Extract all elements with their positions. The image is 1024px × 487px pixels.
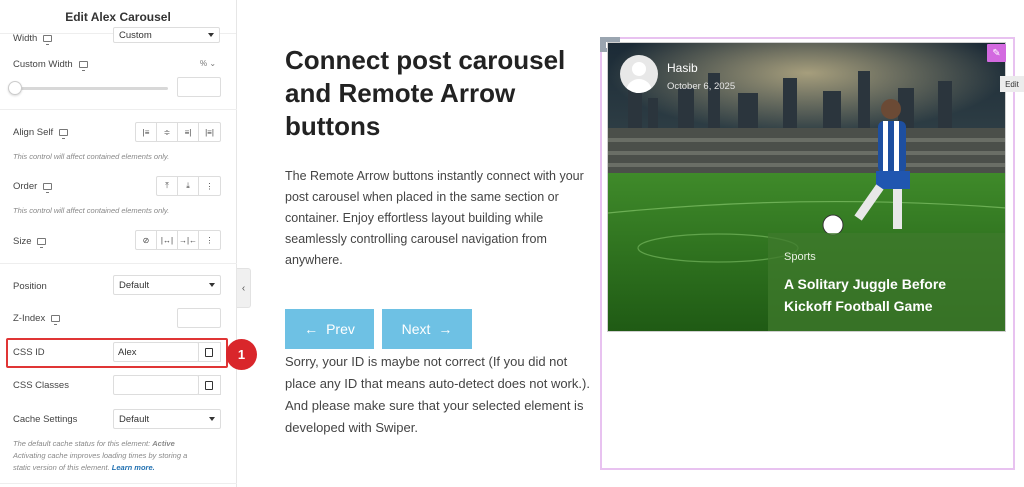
align-stretch-icon[interactable]: |≡| — [199, 123, 220, 141]
custom-width-label-text: Custom Width — [13, 59, 73, 70]
order-start-icon[interactable]: ⤒ — [157, 177, 178, 195]
collapse-panel-button[interactable]: ‹ — [237, 268, 251, 308]
cache-settings-label: Cache Settings — [13, 414, 78, 425]
align-end-icon[interactable]: ≡| — [178, 123, 199, 141]
custom-width-label: Custom Width — [13, 59, 88, 71]
divider — [0, 109, 237, 110]
width-select[interactable]: Custom — [113, 27, 220, 43]
desktop-icon — [78, 61, 88, 71]
desktop-icon — [43, 35, 53, 45]
order-label-text: Order — [13, 181, 38, 192]
desktop-icon — [51, 315, 61, 325]
align-self-group: |≡ ≑ ≡| |≡| — [135, 122, 221, 142]
align-center-icon[interactable]: ≑ — [157, 123, 178, 141]
custom-width-input[interactable] — [177, 77, 221, 97]
chevron-down-icon — [208, 33, 214, 37]
align-self-hint: This control will affect contained eleme… — [13, 152, 170, 161]
size-shrink-icon[interactable]: →|← — [178, 231, 199, 249]
post-title[interactable]: A Solitary Juggle Before Kickoff Footbal… — [784, 273, 974, 317]
edit-tooltip: Edit — [1000, 76, 1024, 92]
align-self-label: Align Self — [13, 127, 69, 139]
more-options-icon[interactable]: ⋮ — [199, 177, 220, 195]
more-options-icon[interactable]: ⋮ — [199, 231, 220, 249]
cache-select-value: Default — [119, 413, 150, 425]
avatar-body — [626, 79, 652, 93]
step-badge: 1 — [226, 339, 257, 370]
arrow-right-icon: → — [438, 321, 453, 337]
post-card[interactable]: Hasib October 6, 2025 Sports A Solitary … — [607, 42, 1006, 332]
cache-hint-line: Activating cache improves loading times … — [13, 451, 188, 460]
next-button[interactable]: Next → — [382, 309, 472, 349]
error-message: Sorry, your ID is maybe not correct (If … — [285, 354, 590, 435]
size-grow-icon[interactable]: |↔| — [157, 231, 178, 249]
post-date: October 6, 2025 — [667, 81, 736, 92]
cache-hint-text: The default cache status for this elemen… — [13, 439, 153, 448]
width-select-value: Custom — [119, 29, 152, 41]
desktop-icon — [37, 238, 47, 248]
chevron-left-icon: ‹ — [241, 282, 246, 294]
learn-more-link[interactable]: Learn more. — [112, 463, 155, 472]
width-label-text: Width — [13, 33, 38, 44]
z-index-label-text: Z-Index — [13, 313, 46, 324]
prev-button[interactable]: ← Prev — [285, 309, 374, 349]
order-group: ⤒ ⤓ ⋮ — [156, 176, 221, 196]
size-label-text: Size — [13, 236, 32, 247]
avatar-head — [632, 62, 646, 76]
cache-hint: The default cache status for this elemen… — [13, 438, 228, 474]
width-slider-handle[interactable] — [8, 81, 22, 95]
post-author[interactable]: Hasib — [667, 61, 698, 75]
cache-select[interactable]: Default — [113, 409, 221, 429]
width-slider-track[interactable] — [13, 87, 168, 90]
order-label: Order — [13, 181, 53, 193]
cache-hint-line: static version of this element. — [13, 463, 112, 472]
database-icon — [205, 380, 213, 390]
desktop-icon — [59, 129, 69, 139]
avatar — [620, 55, 658, 93]
position-select[interactable]: Default — [113, 275, 221, 295]
prev-button-label: Prev — [326, 321, 355, 337]
position-select-value: Default — [119, 279, 150, 291]
size-label: Size — [13, 236, 47, 248]
z-index-input[interactable] — [177, 308, 221, 328]
order-end-icon[interactable]: ⤓ — [178, 177, 199, 195]
order-hint: This control will affect contained eleme… — [13, 206, 170, 215]
align-start-icon[interactable]: |≡ — [136, 123, 157, 141]
edit-panel: Edit Alex Carousel Width Custom Custom W… — [0, 0, 257, 487]
size-group: ⊘ |↔| →|← ⋮ — [135, 230, 221, 250]
divider — [0, 483, 237, 484]
next-button-label: Next — [401, 321, 431, 337]
arrow-left-icon: ← — [304, 321, 319, 337]
cache-status: Active — [152, 439, 175, 448]
chevron-down-icon — [209, 283, 215, 287]
divider — [0, 263, 237, 264]
chevron-down-icon — [209, 417, 215, 421]
css-classes-label: CSS Classes — [13, 380, 69, 391]
width-label: Width — [13, 33, 53, 45]
post-category[interactable]: Sports — [784, 251, 816, 263]
desktop-icon — [43, 183, 53, 193]
pencil-icon: ✎ — [992, 47, 1001, 59]
z-index-label: Z-Index — [13, 313, 61, 325]
size-none-icon[interactable]: ⊘ — [136, 231, 157, 249]
dynamic-tags-button[interactable] — [198, 375, 221, 395]
align-self-label-text: Align Self — [13, 127, 54, 138]
position-label: Position — [13, 281, 47, 292]
edit-widget-button[interactable]: ✎ — [987, 44, 1006, 62]
css-classes-input[interactable] — [113, 375, 199, 395]
page-heading: Connect post carousel and Remote Arrow b… — [285, 45, 566, 141]
editor-window: Edit Alex Carousel Width Custom Custom W… — [0, 0, 1024, 487]
page-description: The Remote Arrow buttons instantly conne… — [285, 169, 584, 267]
css-id-highlight — [6, 338, 228, 368]
unit-selector[interactable]: % ⌄ — [200, 59, 216, 68]
